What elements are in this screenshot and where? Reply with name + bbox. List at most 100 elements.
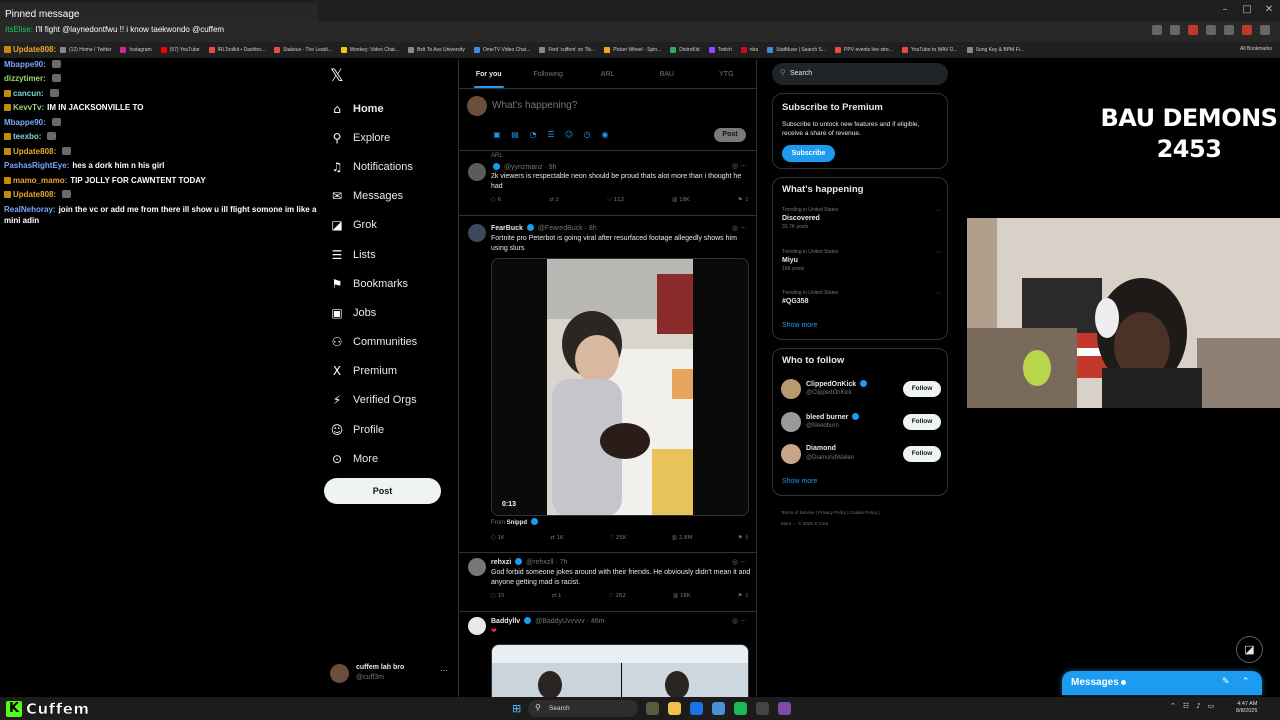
nav-item-jobs[interactable]: ▣ Jobs [329,298,417,327]
tweet-video[interactable]: 0:13 [491,258,749,516]
extension-icon[interactable] [1224,25,1234,35]
bookmark-item[interactable]: Find 'cuffem' on Tik... [539,47,595,53]
bookmark-item[interactable]: StatMuse | Search S... [767,47,826,53]
bookmark-item[interactable]: DistroKid [670,47,700,53]
tweet-handle[interactable]: @rehxzll · 7h [526,559,567,566]
tweet-author[interactable]: Baddyllv [491,618,520,625]
star-icon[interactable] [1170,25,1180,35]
bookmark-item[interactable]: Twitch [708,47,732,53]
reply-icon[interactable]: ○ 1K [491,535,505,541]
taskbar-app-icon[interactable] [690,702,703,715]
chat-username[interactable]: KevvTv: [13,103,44,112]
tweet[interactable]: rehxzi @rehxzll · 7h ◎ ··· God forbid so… [459,553,756,612]
taskbar-app-icon[interactable] [734,702,747,715]
windows-start-icon[interactable]: ⊞ [512,702,521,715]
trend-item[interactable]: Trending in United States #QG358 ··· [782,290,942,305]
chat-username[interactable]: Update808: [13,190,56,199]
nav-item-explore[interactable]: ⚲ Explore [329,123,417,152]
tab-arl[interactable]: ARL [578,60,637,88]
schedule-icon[interactable]: ◷ [582,130,592,139]
follow-button[interactable]: Follow [903,381,941,397]
tweet-more-icon[interactable]: ◎ ··· [732,162,747,170]
avatar[interactable] [781,444,801,464]
avatar[interactable] [781,379,801,399]
like-icon[interactable]: ♡ 25K [609,535,626,541]
nav-item-lists[interactable]: ☰ Lists [329,240,417,269]
chat-username[interactable]: Update808: [13,147,56,156]
taskbar-app-icon[interactable] [712,702,725,715]
show-more-link[interactable]: Show more [782,478,817,485]
tweet-handle[interactable]: @BaddyUvvvvv · 46m [535,618,604,625]
all-bookmarks[interactable]: All Bookmarks [1240,46,1272,52]
subscribe-button[interactable]: Subscribe [782,145,835,162]
account-switcher[interactable]: cuffem lah bro @cuff3m ··· [330,662,450,686]
more-dots-icon[interactable]: ··· [935,249,942,256]
avatar[interactable] [781,412,801,432]
extension-icon[interactable] [1152,25,1162,35]
messages-drawer[interactable]: Messages ✎ ⌃ [1062,671,1262,695]
avatar[interactable] [468,617,486,635]
views-icon[interactable]: ▥ 18K [672,197,690,203]
volume-icon[interactable]: ♪ [1196,702,1200,710]
grok-icon[interactable]: ◔ [528,130,538,139]
nav-item-profile[interactable]: ☺ Profile [329,415,417,444]
network-icon[interactable]: ☷ [1183,702,1189,710]
profile-icon[interactable] [1242,25,1252,35]
tweet[interactable]: ARL @yynzmanz · 9h ◎ ··· 2k viewers is r… [459,151,756,216]
nav-item-premium[interactable]: X Premium [329,357,417,386]
location-icon[interactable]: ◉ [600,130,610,139]
tweet-author[interactable]: FearBuck [491,225,523,232]
tweet-more-icon[interactable]: ◎ ··· [732,224,747,232]
chat-username[interactable]: mamo_mamo: [13,176,67,185]
emoji-icon[interactable]: ☺ [564,130,574,139]
trend-item[interactable]: Trending in United States Discovered 33.… [782,207,942,230]
poll-icon[interactable]: ☰ [546,130,556,139]
bookmark-item[interactable]: Belt To Ass University [407,47,465,53]
like-icon[interactable]: ♡ 262 [609,593,626,599]
follow-button[interactable]: Follow [903,414,941,430]
tweet-more-icon[interactable]: ◎ ··· [732,558,747,566]
tab-for-you[interactable]: For you [459,60,518,88]
tweet-image[interactable] [491,644,749,700]
tweet[interactable]: FearBuck @FearedBuck · 8h ◎ ··· Fortnite… [459,216,756,553]
follow-suggestion[interactable]: ClippedOnKick @ClippedOnKick Follow [781,378,941,402]
chat-username[interactable]: dizzytimer: [4,74,46,83]
bookmark-icon[interactable]: ⚑ ⇪ [738,593,749,599]
bookmark-item[interactable]: Song Key & BPM Fi... [966,47,1024,53]
nav-item-home[interactable]: ⌂ Home [329,94,417,123]
repost-icon[interactable]: ⇄ 2 [549,197,559,203]
follow-suggestion[interactable]: Diamond @DiamondWallen Follow [781,443,941,467]
repost-icon[interactable]: ⇄ 1K [550,535,563,541]
taskbar-app-icon[interactable] [646,702,659,715]
chat-username[interactable]: cancun: [13,89,44,98]
media-icon[interactable]: ▣ [492,130,502,139]
menu-icon[interactable] [1260,25,1270,35]
bookmark-icon[interactable]: ⚑ ⇪ [738,197,749,203]
taskbar-app-icon[interactable] [756,702,769,715]
extension-icon[interactable] [1188,25,1198,35]
bookmark-item[interactable]: OmeTV Video Chat... [473,47,530,53]
more-dots-icon[interactable]: ··· [935,290,942,297]
chat-username[interactable]: PashasRightEye: [4,161,69,170]
nav-item-more[interactable]: ⊙ More [329,444,417,473]
bookmark-item[interactable]: YouTube to WAV D... [901,47,958,53]
nav-item-bookmarks[interactable]: ⚑ Bookmarks [329,269,417,298]
footer-line[interactable]: More ··· © 2025 X Corp. [781,518,941,529]
more-dots-icon[interactable]: ··· [935,207,942,214]
tweet[interactable]: Baddyllv @BaddyUvvvvv · 46m ◎ ··· ❤ [459,612,756,700]
gif-icon[interactable]: ▤ [510,130,520,139]
footer-line[interactable]: Terms of Service | Privacy Policy | Cook… [781,507,941,518]
like-icon[interactable]: ♡ 112 [607,197,624,203]
reply-icon[interactable]: ○ 6 [491,197,501,203]
views-icon[interactable]: ▥ 2.8M [672,535,692,541]
nav-item-communities[interactable]: ⚇ Communities [329,328,418,357]
close-button[interactable]: ✕ [1258,0,1280,22]
avatar[interactable] [468,224,486,242]
tab-following[interactable]: Following [518,60,577,88]
avatar[interactable] [468,163,486,181]
more-dots-icon[interactable]: ··· [440,666,448,675]
nav-item-messages[interactable]: ✉ Messages [329,182,417,211]
chat-username[interactable]: Mbappe90: [4,118,46,127]
chat-username[interactable]: RealNehoray: [4,205,56,214]
grok-compose-icon[interactable]: ◪ [1236,636,1263,663]
